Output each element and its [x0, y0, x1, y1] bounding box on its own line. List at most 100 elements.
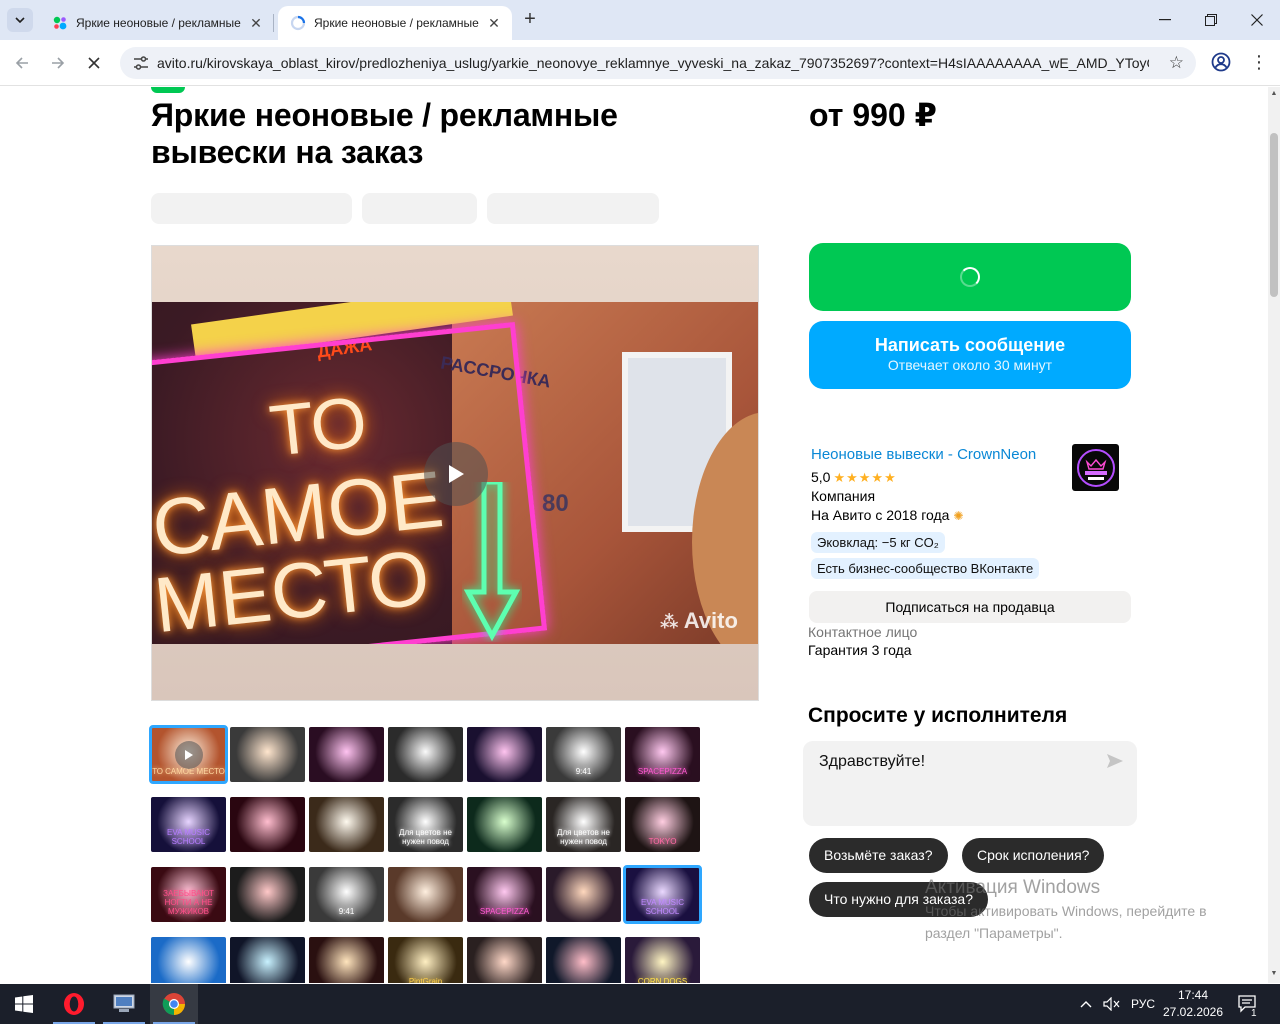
tab-close-icon[interactable]: ✕ — [248, 15, 264, 32]
stop-loading-button[interactable] — [80, 50, 108, 76]
close-window-button[interactable] — [1234, 0, 1280, 40]
gallery-thumbnail[interactable] — [546, 937, 621, 983]
gallery-thumbnail[interactable]: EVA MUSIC SCHOOL — [623, 865, 702, 924]
gallery-thumbnail[interactable] — [467, 727, 542, 782]
restore-icon — [1205, 14, 1217, 26]
gallery-thumbnail[interactable] — [230, 867, 305, 922]
gallery-thumbnail[interactable]: Для цветов не нужен повод — [388, 797, 463, 852]
main-gallery[interactable]: РАССРОЧКА 80 ДАЖА ТО САМОЕ МЕСТО ⁂ Avito — [151, 245, 759, 701]
notifications-button[interactable]: 1 — [1237, 984, 1259, 1024]
gallery-thumbnail[interactable]: CORN DOGS — [625, 937, 700, 983]
loading-spinner-icon — [960, 267, 980, 287]
chevron-up-icon — [1080, 1001, 1092, 1008]
rating-value: 5,0 — [811, 469, 831, 485]
category-chip[interactable] — [151, 87, 185, 93]
watermark-line: Активация Windows — [925, 877, 1101, 898]
gallery-thumbnail[interactable] — [230, 797, 305, 852]
scrollbar-thumb[interactable] — [1270, 133, 1278, 297]
seller-since-text: На Авито с 2018 года — [811, 507, 950, 523]
gallery-thumbnail[interactable] — [467, 937, 542, 983]
restore-button[interactable] — [1188, 0, 1234, 40]
ask-message-input[interactable]: Здравствуйте! — [803, 741, 1137, 826]
gallery-thumbnail[interactable] — [230, 937, 305, 983]
gallery-thumbnail[interactable]: ТО САМОЕ МЕСТО — [149, 725, 228, 784]
video-player[interactable]: РАССРОЧКА 80 ДАЖА ТО САМОЕ МЕСТО ⁂ Avito — [152, 302, 758, 644]
play-video-button[interactable] — [424, 442, 488, 506]
thumbnail-label: PintGrain — [408, 977, 443, 983]
tab-title: Яркие неоновые / рекламные — [314, 16, 479, 30]
bookmark-star-icon[interactable]: ☆ — [1169, 53, 1184, 73]
new-tab-button[interactable]: + — [518, 8, 542, 32]
gallery-thumbnail[interactable] — [230, 727, 305, 782]
response-time-label: Отвечает около 30 минут — [887, 357, 1053, 373]
language-indicator[interactable]: РУС — [1131, 984, 1155, 1024]
close-icon — [1251, 14, 1263, 26]
opera-taskbar-button[interactable] — [50, 984, 98, 1024]
gallery-thumbnail[interactable] — [546, 867, 621, 922]
gallery-thumbnail[interactable]: 9:41 — [546, 727, 621, 782]
windows-logo-icon — [15, 995, 33, 1013]
thumbnail-label: Для цветов не нужен повод — [557, 828, 610, 846]
gallery-thumbnail[interactable] — [388, 867, 463, 922]
minimize-button[interactable] — [1142, 0, 1188, 40]
seller-rating[interactable]: 5,0 ★★★★★ — [811, 469, 897, 486]
ask-message-text[interactable]: Здравствуйте! — [819, 753, 925, 771]
seller-logo[interactable] — [1072, 444, 1119, 491]
chrome-taskbar-button[interactable] — [150, 984, 198, 1024]
scroll-up-icon[interactable]: ▲ — [1270, 90, 1278, 97]
back-button[interactable] — [8, 50, 36, 76]
gallery-thumbnail[interactable] — [151, 937, 226, 983]
subscribe-seller-button[interactable]: Подписаться на продавца — [809, 591, 1131, 623]
gallery-thumbnail[interactable] — [309, 797, 384, 852]
show-hidden-icons-button[interactable] — [1080, 984, 1092, 1024]
write-message-label: Написать сообщение — [874, 335, 1066, 355]
profile-icon[interactable] — [1210, 51, 1232, 73]
vk-community-badge[interactable]: Есть бизнес-сообщество ВКонтакте — [811, 558, 1040, 579]
gallery-thumbnail[interactable]: TOKYO — [625, 797, 700, 852]
ask-seller-heading: Спросите у исполнителя — [808, 704, 1068, 727]
seller-name-link[interactable]: Неоновые вывески - CrownNeon — [811, 446, 1036, 463]
forward-button[interactable] — [44, 50, 72, 76]
gallery-thumbnail[interactable]: EVA MUSIC SCHOOL — [151, 797, 226, 852]
show-phone-button[interactable] — [809, 243, 1131, 311]
rating-stars-icon: ★★★★★ — [833, 470, 897, 485]
gallery-thumbnail[interactable] — [309, 937, 384, 983]
volume-button[interactable] — [1103, 984, 1121, 1024]
browser-tab-2[interactable]: Яркие неоновые / рекламные ✕ — [278, 6, 512, 40]
neon-arrow-down-icon — [463, 482, 521, 642]
url-text[interactable]: avito.ru/kirovskaya_oblast_kirov/predloz… — [157, 55, 1149, 71]
thumbnail-label: EVA MUSIC SCHOOL — [167, 828, 210, 846]
browser-tab-1[interactable]: Яркие неоновые / рекламные ✕ — [40, 6, 274, 40]
loading-placeholder — [362, 193, 477, 224]
watermark-line: раздел "Параметры". — [925, 925, 1063, 941]
scroll-down-icon[interactable]: ▼ — [1270, 970, 1278, 977]
gallery-thumbnail[interactable]: 9:41 — [309, 867, 384, 922]
listing-price: от 990 ₽ — [809, 97, 937, 133]
file-manager-taskbar-button[interactable] — [100, 984, 148, 1024]
quick-question-chip[interactable]: Срок исполения? — [962, 838, 1105, 873]
browser-menu-icon[interactable]: ⋮ — [1250, 50, 1268, 74]
eco-badge[interactable]: Эковклад: −5 кг CO₂ — [811, 532, 945, 553]
gallery-thumbnail[interactable]: SPACEPIZZA — [625, 727, 700, 782]
gallery-thumbnail[interactable]: PintGrain — [388, 937, 463, 983]
quick-question-chip[interactable]: Возьмёте заказ? — [809, 838, 948, 873]
loading-favicon-icon — [290, 15, 306, 31]
gallery-thumbnail[interactable] — [467, 797, 542, 852]
page-scrollbar[interactable]: ▲ ▼ — [1268, 87, 1280, 983]
write-message-button[interactable]: Написать сообщение Отвечает около 30 мин… — [809, 321, 1131, 389]
tab-search-button[interactable] — [7, 8, 33, 32]
taskbar-clock[interactable]: 17:44 27.02.2026 — [1160, 987, 1226, 1021]
gallery-thumbnail[interactable]: SPACEPIZZA — [467, 867, 542, 922]
thumbnail-label: Для цветов не нужен повод — [399, 828, 452, 846]
send-icon[interactable] — [1105, 751, 1125, 771]
gallery-thumbnail[interactable] — [309, 727, 384, 782]
gallery-thumbnail[interactable]: Для цветов не нужен повод — [546, 797, 621, 852]
address-bar[interactable]: avito.ru/kirovskaya_oblast_kirov/predloz… — [120, 47, 1196, 79]
listing-title: Яркие неоновые / рекламные вывески на за… — [151, 97, 618, 170]
start-button[interactable] — [0, 984, 48, 1024]
gallery-thumbnail[interactable]: ЗАЕБЫВАЮТ НОГТИ А НЕ МУЖИКОВ — [151, 867, 226, 922]
thumbnail-label: SPACEPIZZA — [479, 907, 530, 916]
site-info-icon[interactable] — [126, 51, 156, 75]
gallery-thumbnail[interactable] — [388, 727, 463, 782]
tab-close-icon[interactable]: ✕ — [486, 15, 502, 32]
